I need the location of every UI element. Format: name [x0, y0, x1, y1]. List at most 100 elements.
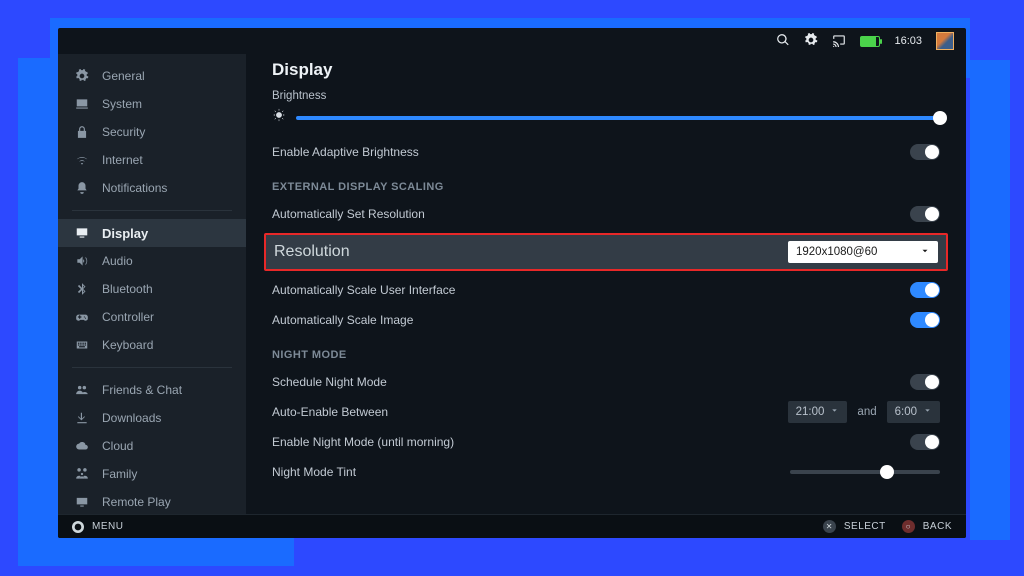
sidebar-item-label: Family	[102, 467, 137, 481]
adaptive-brightness-row: Enable Adaptive Brightness	[272, 137, 940, 167]
sidebar-item-downloads[interactable]: Downloads	[58, 404, 246, 432]
adaptive-brightness-toggle[interactable]	[910, 144, 940, 160]
sidebar-item-notifications[interactable]: Notifications	[58, 174, 246, 202]
resolution-dropdown[interactable]: 1920x1080@60	[788, 241, 938, 263]
wifi-icon	[74, 153, 90, 167]
search-icon[interactable]	[776, 33, 790, 50]
footer-select-hint[interactable]: SELECT	[823, 520, 886, 533]
footer-menu-hint[interactable]: MENU	[72, 521, 123, 533]
sidebar-item-label: Display	[102, 226, 148, 241]
friends-icon	[74, 383, 90, 397]
dropdown-value: 1920x1080@60	[796, 246, 877, 258]
setting-label: Schedule Night Mode	[272, 375, 387, 389]
sidebar-item-cloud[interactable]: Cloud	[58, 432, 246, 460]
chevron-down-icon	[830, 406, 839, 418]
setting-label: Enable Adaptive Brightness	[272, 145, 419, 159]
tint-slider[interactable]	[790, 470, 940, 474]
footer-select-label: SELECT	[844, 521, 886, 532]
settings-sidebar: General System Security Internet Notific…	[58, 54, 246, 514]
b-button-icon	[902, 520, 915, 533]
status-bar: 16:03	[58, 28, 966, 54]
brightness-slider[interactable]	[272, 108, 940, 127]
sidebar-item-label: Downloads	[102, 411, 161, 425]
setting-label: Automatically Set Resolution	[272, 207, 425, 221]
auto-enable-between-row: Auto-Enable Between 21:00 and 6:00	[272, 397, 940, 427]
avatar[interactable]	[936, 32, 954, 50]
download-icon	[74, 411, 90, 425]
gear-icon[interactable]	[804, 33, 818, 50]
schedule-night-row: Schedule Night Mode	[272, 367, 940, 397]
auto-resolution-toggle[interactable]	[910, 206, 940, 222]
auto-scale-ui-toggle[interactable]	[910, 282, 940, 298]
time-to-value: 6:00	[895, 406, 917, 418]
footer-bar: MENU SELECT BACK	[58, 514, 966, 538]
auto-scale-image-toggle[interactable]	[910, 312, 940, 328]
bluetooth-icon	[74, 282, 90, 296]
setting-label: Resolution	[274, 243, 350, 261]
chevron-down-icon	[923, 406, 932, 418]
slider-thumb[interactable]	[933, 111, 947, 125]
clock-time: 16:03	[894, 35, 922, 47]
gear-icon	[74, 69, 90, 83]
cloud-icon	[74, 439, 90, 453]
keyboard-icon	[74, 338, 90, 352]
time-range-group: 21:00 and 6:00	[788, 401, 940, 423]
sidebar-item-system[interactable]: System	[58, 90, 246, 118]
auto-scale-ui-row: Automatically Scale User Interface	[272, 275, 940, 305]
sidebar-item-label: Remote Play	[102, 495, 171, 509]
sidebar-item-remote-play[interactable]: Remote Play	[58, 488, 246, 514]
enable-night-row: Enable Night Mode (until morning)	[272, 427, 940, 457]
time-from-select[interactable]: 21:00	[788, 401, 848, 423]
controller-icon	[74, 310, 90, 324]
audio-icon	[74, 254, 90, 268]
sidebar-item-label: Keyboard	[102, 338, 153, 352]
slider-thumb[interactable]	[880, 465, 894, 479]
resolution-row: Resolution 1920x1080@60	[264, 233, 948, 271]
sidebar-item-internet[interactable]: Internet	[58, 146, 246, 174]
sidebar-item-family[interactable]: Family	[58, 460, 246, 488]
steam-glyph-icon	[72, 521, 84, 533]
bell-icon	[74, 181, 90, 195]
sidebar-item-audio[interactable]: Audio	[58, 247, 246, 275]
time-to-select[interactable]: 6:00	[887, 401, 940, 423]
external-display-section-header: EXTERNAL DISPLAY SCALING	[272, 181, 940, 193]
brightness-label: Brightness	[272, 90, 940, 102]
sidebar-item-keyboard[interactable]: Keyboard	[58, 331, 246, 359]
sidebar-item-general[interactable]: General	[58, 62, 246, 90]
remote-play-icon	[74, 495, 90, 509]
schedule-night-toggle[interactable]	[910, 374, 940, 390]
page-title: Display	[272, 60, 940, 80]
a-button-icon	[823, 520, 836, 533]
sidebar-item-label: Internet	[102, 153, 143, 167]
display-icon	[74, 226, 90, 240]
slider-track[interactable]	[296, 116, 940, 120]
sidebar-item-bluetooth[interactable]: Bluetooth	[58, 275, 246, 303]
display-settings-panel: Display Brightness Enable Adaptive Brigh…	[246, 54, 966, 514]
sidebar-item-label: Controller	[102, 310, 154, 324]
setting-label: Automatically Scale User Interface	[272, 283, 455, 297]
chevron-down-icon	[920, 246, 930, 259]
family-icon	[74, 467, 90, 481]
and-label: and	[857, 406, 876, 418]
sidebar-divider	[72, 367, 232, 368]
footer-back-hint[interactable]: BACK	[902, 520, 952, 533]
settings-body: General System Security Internet Notific…	[58, 54, 966, 514]
enable-night-toggle[interactable]	[910, 434, 940, 450]
sidebar-divider	[72, 210, 232, 211]
sidebar-item-label: Notifications	[102, 181, 167, 195]
battery-icon	[860, 36, 880, 47]
night-tint-row: Night Mode Tint	[272, 457, 940, 487]
lock-icon	[74, 125, 90, 139]
setting-label: Enable Night Mode (until morning)	[272, 435, 454, 449]
cast-icon[interactable]	[832, 33, 846, 50]
sidebar-item-label: Security	[102, 125, 145, 139]
sidebar-item-security[interactable]: Security	[58, 118, 246, 146]
auto-resolution-row: Automatically Set Resolution	[272, 199, 940, 229]
system-icon	[74, 97, 90, 111]
sidebar-item-label: General	[102, 69, 145, 83]
sidebar-item-friends[interactable]: Friends & Chat	[58, 376, 246, 404]
sidebar-item-controller[interactable]: Controller	[58, 303, 246, 331]
settings-window: 16:03 General System Security Internet	[58, 28, 966, 538]
sidebar-item-display[interactable]: Display	[58, 219, 246, 247]
sidebar-item-label: System	[102, 97, 142, 111]
